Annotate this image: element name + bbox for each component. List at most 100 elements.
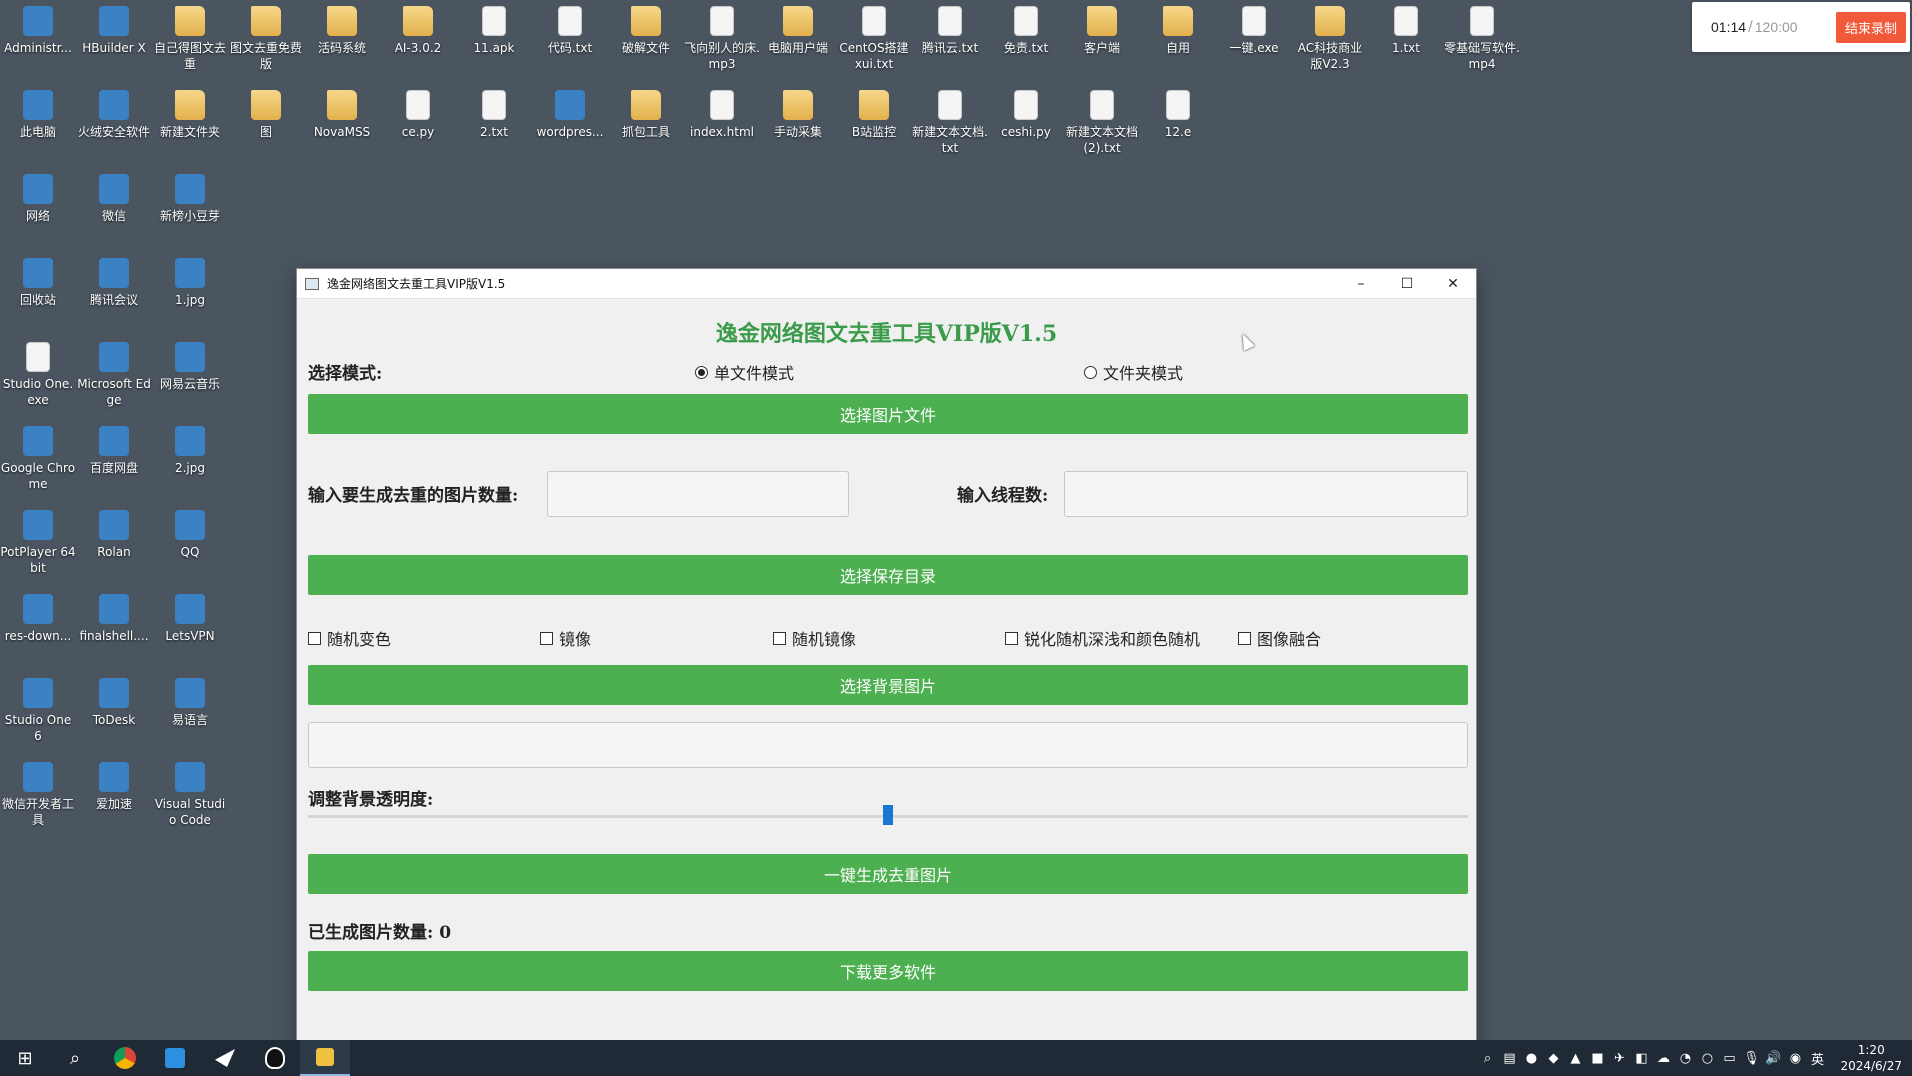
start-button[interactable]: ⊞ bbox=[0, 1040, 50, 1076]
desktop-icon[interactable]: 腾讯云.txt bbox=[912, 2, 988, 56]
qq-taskbar-icon[interactable] bbox=[250, 1040, 300, 1076]
desktop-icon[interactable]: 微信开发者工具 bbox=[0, 758, 76, 828]
tray-todesk-icon[interactable]: ◧ bbox=[1630, 1051, 1652, 1066]
desktop-icon[interactable]: 抓包工具 bbox=[608, 86, 684, 140]
desktop-icon[interactable]: CentOS搭建xui.txt bbox=[836, 2, 912, 72]
desktop-icon[interactable]: Studio One 6 bbox=[0, 674, 76, 744]
desktop-icon[interactable]: 自用 bbox=[1140, 2, 1216, 56]
vscode-taskbar-icon[interactable] bbox=[150, 1040, 200, 1076]
volume-icon[interactable]: 🔊 bbox=[1762, 1051, 1784, 1066]
desktop-icon[interactable]: 一键.exe bbox=[1216, 2, 1292, 56]
wechat-tray-icon[interactable]: ◉ bbox=[1784, 1051, 1806, 1066]
radio-single-file-mode[interactable]: 单文件模式 bbox=[695, 360, 794, 384]
tray-folder-icon[interactable]: ▤ bbox=[1498, 1051, 1520, 1066]
network-icon[interactable]: ▭ bbox=[1718, 1051, 1740, 1066]
desktop-icon[interactable]: 12.e bbox=[1140, 86, 1216, 140]
tray-feishu-icon[interactable]: ✈ bbox=[1608, 1051, 1630, 1066]
desktop-icon[interactable]: 免责.txt bbox=[988, 2, 1064, 56]
desktop-icon[interactable]: Administr... bbox=[0, 2, 76, 56]
select-background-button[interactable]: 选择背景图片 bbox=[308, 665, 1468, 705]
close-button[interactable]: ✕ bbox=[1430, 269, 1476, 298]
desktop-icon[interactable]: 微信 bbox=[76, 170, 152, 224]
search-icon[interactable]: ⌕ bbox=[50, 1040, 100, 1076]
desktop-icon[interactable]: 2.txt bbox=[456, 86, 532, 140]
tray-nvidia-icon[interactable]: ■ bbox=[1586, 1051, 1608, 1066]
desktop-icon[interactable]: B站监控 bbox=[836, 86, 912, 140]
desktop-icon[interactable]: 网易云音乐 bbox=[152, 338, 228, 392]
desktop-icon[interactable]: 新榜小豆芽 bbox=[152, 170, 228, 224]
desktop-icon[interactable]: Microsoft Edge bbox=[76, 338, 152, 408]
desktop-icon[interactable]: index.html bbox=[684, 86, 760, 140]
desktop-icon[interactable]: NovaMSS bbox=[304, 86, 380, 140]
chrome-taskbar-icon[interactable] bbox=[100, 1040, 150, 1076]
desktop-icon[interactable]: AC科技商业版V2.3 bbox=[1292, 2, 1368, 72]
desktop-icon[interactable]: 11.apk bbox=[456, 2, 532, 56]
desktop-icon[interactable]: 爱加速 bbox=[76, 758, 152, 812]
desktop-icon[interactable]: 新建文件夹 bbox=[152, 86, 228, 140]
tray-vpn-icon[interactable]: ◔ bbox=[1674, 1051, 1696, 1066]
desktop-icon[interactable]: 活码系统 bbox=[304, 2, 380, 56]
minimize-button[interactable]: – bbox=[1338, 269, 1384, 298]
desktop-icon[interactable]: finalshell.... bbox=[76, 590, 152, 644]
desktop-icon[interactable]: LetsVPN bbox=[152, 590, 228, 644]
download-more-software-button[interactable]: 下载更多软件 bbox=[308, 951, 1468, 991]
generate-images-button[interactable]: 一键生成去重图片 bbox=[308, 854, 1468, 894]
desktop-icon[interactable]: 1.txt bbox=[1368, 2, 1444, 56]
python-app-taskbar-icon[interactable] bbox=[300, 1040, 350, 1076]
desktop-icon[interactable]: QQ bbox=[152, 506, 228, 560]
stop-recording-button[interactable]: 结束录制 bbox=[1835, 11, 1906, 43]
desktop-icon[interactable]: 破解文件 bbox=[608, 2, 684, 56]
taskbar-clock[interactable]: 1:20 2024/6/27 bbox=[1840, 1042, 1902, 1074]
feishu-taskbar-icon[interactable] bbox=[200, 1040, 250, 1076]
window-titlebar[interactable]: 逸金网络图文去重工具VIP版V1.5 – ☐ ✕ bbox=[297, 269, 1476, 299]
checkbox-mirror[interactable]: 镜像 bbox=[540, 626, 591, 650]
ime-indicator[interactable]: 英 bbox=[1806, 1049, 1828, 1068]
desktop-icon[interactable]: res-down... bbox=[0, 590, 76, 644]
desktop-icon[interactable]: PotPlayer 64 bit bbox=[0, 506, 76, 576]
desktop-icon[interactable]: 易语言 bbox=[152, 674, 228, 728]
desktop-icon[interactable]: 代码.txt bbox=[532, 2, 608, 56]
background-path-input[interactable] bbox=[308, 722, 1468, 768]
desktop-icon[interactable]: 图文去重免费版 bbox=[228, 2, 304, 72]
desktop-icon[interactable]: ceshi.py bbox=[988, 86, 1064, 140]
checkbox-random-color[interactable]: 随机变色 bbox=[308, 626, 391, 650]
checkbox-random-mirror[interactable]: 随机镜像 bbox=[773, 626, 856, 650]
checkbox-sharpen-random[interactable]: 锐化随机深浅和颜色随机 bbox=[1005, 626, 1200, 650]
desktop-icon[interactable]: 新建文本文档 (2).txt bbox=[1064, 86, 1140, 156]
desktop-icon[interactable]: 网络 bbox=[0, 170, 76, 224]
desktop-icon[interactable]: 自己得图文去重 bbox=[152, 2, 228, 72]
desktop-icon[interactable]: 1.jpg bbox=[152, 254, 228, 308]
desktop-icon[interactable]: 2.jpg bbox=[152, 422, 228, 476]
desktop-icon[interactable]: 客户端 bbox=[1064, 2, 1140, 56]
opacity-slider-thumb[interactable] bbox=[883, 805, 893, 825]
desktop-icon[interactable]: ToDesk bbox=[76, 674, 152, 728]
desktop-icon[interactable]: 飞向别人的床.mp3 bbox=[684, 2, 760, 72]
tray-baidu-icon[interactable]: ☁ bbox=[1652, 1051, 1674, 1066]
desktop-icon[interactable]: 新建文本文档.txt bbox=[912, 86, 988, 156]
desktop-icon[interactable]: 手动采集 bbox=[760, 86, 836, 140]
tray-app-icon[interactable]: ▲ bbox=[1564, 1051, 1586, 1066]
desktop-icon[interactable]: 图 bbox=[228, 86, 304, 140]
desktop-icon[interactable]: ce.py bbox=[380, 86, 456, 140]
select-image-file-button[interactable]: 选择图片文件 bbox=[308, 394, 1468, 434]
radio-folder-mode[interactable]: 文件夹模式 bbox=[1084, 360, 1183, 384]
desktop-icon[interactable]: Rolan bbox=[76, 506, 152, 560]
desktop-icon[interactable]: Studio One.exe bbox=[0, 338, 76, 408]
desktop-icon[interactable]: wordpres... bbox=[532, 86, 608, 140]
tray-search-icon[interactable]: ⌕ bbox=[1476, 1051, 1498, 1066]
desktop-icon[interactable]: Visual Studio Code bbox=[152, 758, 228, 828]
desktop-icon[interactable]: 零基础写软件.mp4 bbox=[1444, 2, 1520, 72]
desktop-icon[interactable]: 百度网盘 bbox=[76, 422, 152, 476]
tray-circle-icon[interactable]: ○ bbox=[1696, 1051, 1718, 1066]
tray-security-icon[interactable]: ◆ bbox=[1542, 1051, 1564, 1066]
maximize-button[interactable]: ☐ bbox=[1384, 269, 1430, 298]
desktop-icon[interactable]: 电脑用户端 bbox=[760, 2, 836, 56]
desktop-icon[interactable]: 腾讯会议 bbox=[76, 254, 152, 308]
select-save-dir-button[interactable]: 选择保存目录 bbox=[308, 555, 1468, 595]
desktop-icon[interactable]: 回收站 bbox=[0, 254, 76, 308]
desktop-icon[interactable]: 此电脑 bbox=[0, 86, 76, 140]
desktop-icon[interactable]: HBuilder X bbox=[76, 2, 152, 56]
desktop-icon[interactable]: Google Chrome bbox=[0, 422, 76, 492]
microphone-icon[interactable]: 🎙 bbox=[1740, 1051, 1762, 1066]
thread-count-input[interactable] bbox=[1064, 471, 1468, 517]
